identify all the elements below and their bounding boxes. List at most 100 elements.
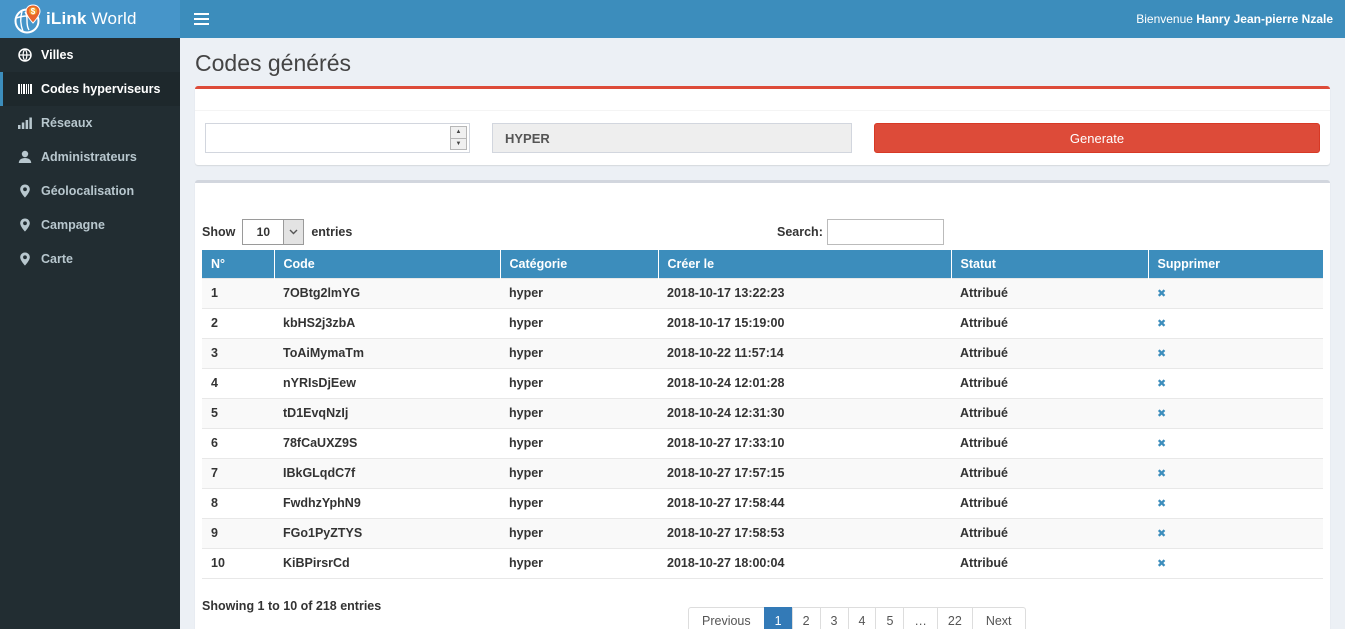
code-value: kbHS2j3zbA (274, 308, 500, 338)
delete-cell: ✖ (1148, 548, 1323, 578)
code-value: tD1EvqNzIj (274, 398, 500, 428)
table-row: 10KiBPirsrCdhyper2018-10-27 18:00:04Attr… (202, 548, 1323, 578)
created-date: 2018-10-27 17:33:10 (658, 428, 951, 458)
code-value: ToAiMymaTm (274, 338, 500, 368)
search-label: Search: (777, 225, 823, 239)
sidebar-item-campagne[interactable]: Campagne (0, 208, 180, 242)
created-date: 2018-10-17 13:22:23 (658, 278, 951, 308)
created-date: 2018-10-27 17:57:15 (658, 458, 951, 488)
sidebar-item-g-olocalisation[interactable]: Géolocalisation (0, 174, 180, 208)
category-value: hyper (500, 308, 658, 338)
code-value: FwdhzYphN9 (274, 488, 500, 518)
column-header-number[interactable]: N° (202, 250, 274, 278)
page-length-control: Show 10 entries (202, 219, 1323, 245)
delete-code-icon[interactable]: ✖ (1157, 557, 1166, 570)
sidebar-item-codes-hyperviseurs[interactable]: Codes hyperviseurs (0, 72, 180, 106)
page-length-value: 10 (243, 220, 283, 244)
sidebar-menu: Villes Codes hyperviseurs Réseaux Administr… (0, 38, 180, 629)
top-navbar: $ iLink World Bienvenue Hanry Jean-pierr… (0, 0, 1345, 38)
generate-form: ▲ ▼ Generate (195, 111, 1330, 165)
table-row: 8FwdhzYphN9hyper2018-10-27 17:58:44Attri… (202, 488, 1323, 518)
created-date: 2018-10-22 11:57:14 (658, 338, 951, 368)
table-row: 2kbHS2j3zbAhyper2018-10-17 15:19:00Attri… (202, 308, 1323, 338)
category-value: hyper (500, 458, 658, 488)
row-number: 9 (202, 518, 274, 548)
sidebar-item-label: Carte (41, 252, 73, 266)
status-value: Attribué (951, 548, 1148, 578)
brand-regular: World (87, 9, 137, 28)
delete-code-icon[interactable]: ✖ (1157, 497, 1166, 510)
row-number: 5 (202, 398, 274, 428)
code-value: 7OBtg2lmYG (274, 278, 500, 308)
quantity-input[interactable] (205, 123, 470, 153)
user-icon (18, 150, 32, 164)
delete-code-icon[interactable]: ✖ (1157, 317, 1166, 330)
delete-code-icon[interactable]: ✖ (1157, 347, 1166, 360)
pagination-page-1[interactable]: 1 (764, 607, 793, 629)
pagination-page-5[interactable]: 5 (875, 607, 904, 629)
entries-label: entries (311, 225, 352, 239)
pagination-page-3[interactable]: 3 (820, 607, 849, 629)
entries-summary: Showing 1 to 10 of 218 entries (202, 599, 381, 613)
status-value: Attribué (951, 398, 1148, 428)
pagination-previous-button[interactable]: Previous (688, 607, 765, 629)
row-number: 2 (202, 308, 274, 338)
delete-code-icon[interactable]: ✖ (1157, 377, 1166, 390)
sidebar-item-label: Réseaux (41, 116, 92, 130)
table-row: 9FGo1PyZTYShyper2018-10-27 17:58:53Attri… (202, 518, 1323, 548)
delete-code-icon[interactable]: ✖ (1157, 407, 1166, 420)
pagination-page-4[interactable]: 4 (848, 607, 877, 629)
sidebar-item-label: Géolocalisation (41, 184, 134, 198)
table-row: 5tD1EvqNzIjhyper2018-10-24 12:31:30Attri… (202, 398, 1323, 428)
created-date: 2018-10-27 17:58:53 (658, 518, 951, 548)
search-control: Search: (777, 219, 944, 245)
column-header-status[interactable]: Statut (951, 250, 1148, 278)
sidebar-item-carte[interactable]: Carte (0, 242, 180, 276)
map-marker-icon (18, 184, 32, 198)
row-number: 1 (202, 278, 274, 308)
brand-name: iLink World (46, 9, 137, 29)
brand-logo[interactable]: $ iLink World (0, 0, 180, 38)
column-header-category[interactable]: Catégorie (500, 250, 658, 278)
created-date: 2018-10-24 12:31:30 (658, 398, 951, 428)
column-header-delete[interactable]: Supprimer (1148, 250, 1323, 278)
status-value: Attribué (951, 518, 1148, 548)
page-length-select[interactable]: 10 (242, 219, 304, 245)
table-controls: Show 10 entries Search: (202, 219, 1323, 245)
column-header-code[interactable]: Code (274, 250, 500, 278)
spinner-up-icon[interactable]: ▲ (450, 126, 467, 138)
table-row: 678fCaUXZ9Shyper2018-10-27 17:33:10Attri… (202, 428, 1323, 458)
sidebar-toggle-icon[interactable] (180, 0, 223, 38)
form-panel-header (195, 89, 1330, 111)
number-spinner: ▲ ▼ (450, 126, 467, 150)
delete-code-icon[interactable]: ✖ (1157, 437, 1166, 450)
generate-form-panel: ▲ ▼ Generate (195, 86, 1330, 165)
signal-icon (18, 116, 32, 130)
delete-code-icon[interactable]: ✖ (1157, 467, 1166, 480)
pagination-next-button[interactable]: Next (972, 607, 1026, 629)
sidebar-item-villes[interactable]: Villes (0, 38, 180, 72)
delete-code-icon[interactable]: ✖ (1157, 287, 1166, 300)
category-value: hyper (500, 398, 658, 428)
delete-code-icon[interactable]: ✖ (1157, 527, 1166, 540)
table-row: 7IBkGLqdC7fhyper2018-10-27 17:57:15Attri… (202, 458, 1323, 488)
code-value: IBkGLqdC7f (274, 458, 500, 488)
svg-text:$: $ (31, 7, 36, 16)
delete-cell: ✖ (1148, 428, 1323, 458)
row-number: 6 (202, 428, 274, 458)
sidebar-item-r-seaux[interactable]: Réseaux (0, 106, 180, 140)
pagination-page-22[interactable]: 22 (937, 607, 973, 629)
generate-button[interactable]: Generate (874, 123, 1320, 153)
column-header-created[interactable]: Créer le (658, 250, 951, 278)
sidebar-item-label: Villes (41, 48, 73, 62)
sidebar-item-administrateurs[interactable]: Administrateurs (0, 140, 180, 174)
user-name: Hanry Jean-pierre Nzale (1196, 12, 1333, 26)
pagination-page-2[interactable]: 2 (792, 607, 821, 629)
table-row: 4nYRIsDjEewhyper2018-10-24 12:01:28Attri… (202, 368, 1323, 398)
pagination-ellipsis[interactable]: … (903, 607, 938, 629)
spinner-down-icon[interactable]: ▼ (450, 138, 467, 151)
codes-table-body: 17OBtg2lmYGhyper2018-10-17 13:22:23Attri… (202, 278, 1323, 578)
search-input[interactable] (827, 219, 944, 245)
table-row: 3ToAiMymaTmhyper2018-10-22 11:57:14Attri… (202, 338, 1323, 368)
main-content: Codes générés ▲ ▼ Generate (180, 38, 1345, 629)
